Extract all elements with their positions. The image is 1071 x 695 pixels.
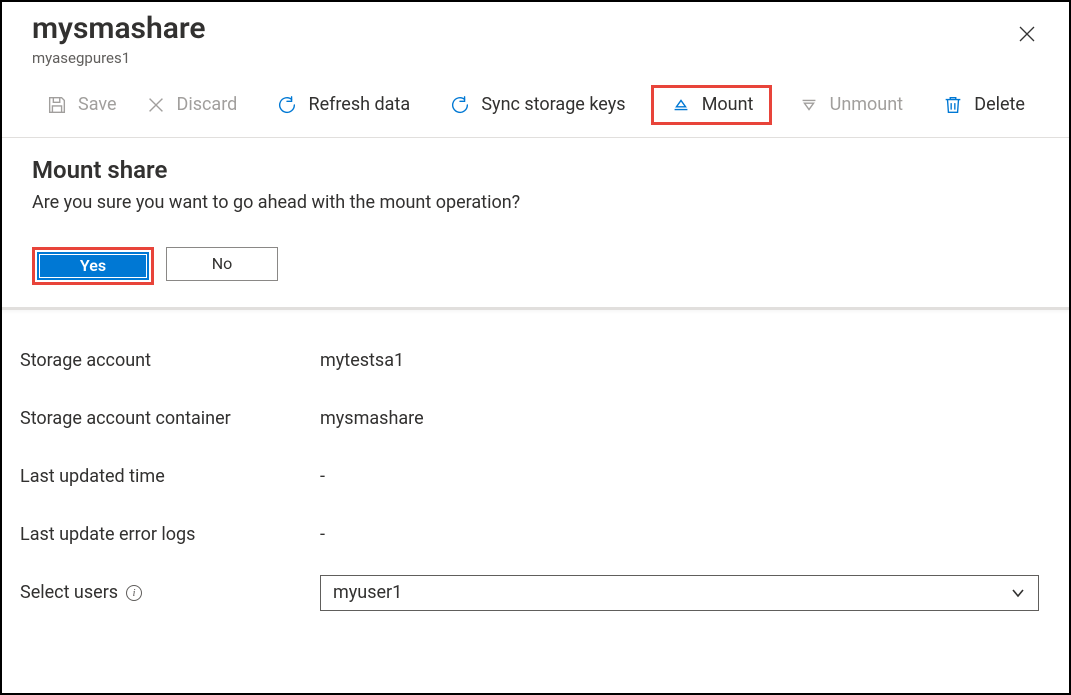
discard-icon — [145, 94, 167, 116]
sync-icon — [449, 94, 471, 116]
delete-button[interactable]: Delete — [928, 88, 1039, 122]
error-logs-label: Last update error logs — [20, 524, 320, 545]
no-button[interactable]: No — [166, 247, 278, 281]
select-users-label: Select users i — [20, 582, 320, 603]
select-users-value: myuser1 — [333, 582, 402, 603]
sync-label: Sync storage keys — [481, 94, 625, 115]
mount-share-panel: Mount share Are you sure you want to go … — [2, 138, 1069, 310]
info-icon[interactable]: i — [126, 585, 142, 601]
page-title: mysmashare — [32, 12, 1039, 47]
mount-button[interactable]: Mount — [651, 85, 773, 125]
save-button: Save — [32, 88, 131, 122]
sync-button[interactable]: Sync storage keys — [435, 88, 639, 122]
select-users-dropdown[interactable]: myuser1 — [320, 575, 1039, 611]
yes-button[interactable]: Yes — [37, 252, 149, 280]
error-logs-value: - — [320, 524, 1039, 545]
delete-icon — [942, 94, 964, 116]
panel-message: Are you sure you want to go ahead with t… — [32, 192, 1039, 213]
row-storage-account: Storage account mytestsa1 — [20, 332, 1039, 390]
chevron-down-icon — [1010, 585, 1026, 601]
last-updated-value: - — [320, 466, 1039, 487]
unmount-label: Unmount — [830, 94, 903, 115]
close-icon — [1018, 25, 1036, 43]
row-select-users: Select users i myuser1 — [20, 564, 1039, 622]
yes-button-highlight: Yes — [32, 247, 154, 285]
mount-label: Mount — [702, 94, 754, 115]
page-subtitle: myasegpures1 — [32, 49, 1039, 67]
panel-title: Mount share — [32, 156, 1039, 184]
discard-button: Discard — [131, 88, 252, 122]
delete-label: Delete — [974, 94, 1025, 115]
unmount-button: Unmount — [784, 88, 917, 122]
row-error-logs: Last update error logs - — [20, 506, 1039, 564]
discard-label: Discard — [177, 94, 238, 115]
last-updated-label: Last updated time — [20, 466, 320, 487]
select-users-label-text: Select users — [20, 582, 118, 603]
row-storage-container: Storage account container mysmashare — [20, 390, 1039, 448]
panel-button-row: Yes No — [32, 247, 1039, 285]
refresh-label: Refresh data — [308, 94, 410, 115]
row-last-updated: Last updated time - — [20, 448, 1039, 506]
refresh-icon — [276, 94, 298, 116]
refresh-button[interactable]: Refresh data — [262, 88, 424, 122]
blade-header: mysmashare myasegpures1 — [2, 2, 1069, 67]
storage-container-label: Storage account container — [20, 408, 320, 429]
save-icon — [46, 94, 68, 116]
close-button[interactable] — [1013, 20, 1041, 48]
unmount-icon — [798, 94, 820, 116]
mount-icon — [670, 94, 692, 116]
storage-account-value: mytestsa1 — [320, 350, 1039, 371]
storage-account-label: Storage account — [20, 350, 320, 371]
storage-container-value: mysmashare — [320, 408, 1039, 429]
command-bar: Save Discard Refresh data Sync storage k… — [2, 67, 1069, 138]
save-label: Save — [78, 94, 117, 115]
details-form: Storage account mytestsa1 Storage accoun… — [2, 310, 1069, 622]
